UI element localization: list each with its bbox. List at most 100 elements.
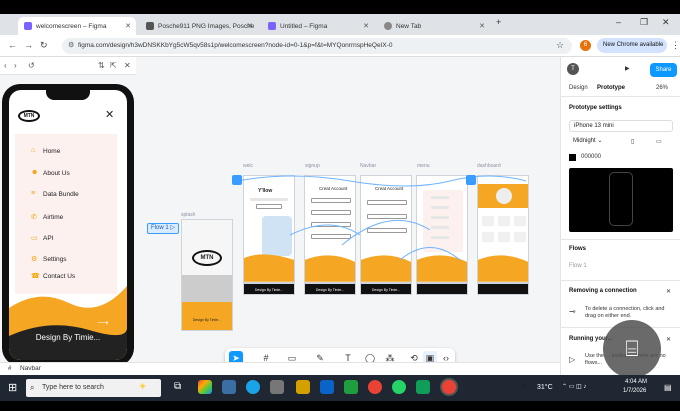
- tab-design[interactable]: Design: [569, 85, 588, 91]
- url-field[interactable]: ⚙ figma.com/design/h3wDNSKKbYg5cW5qv58s1…: [62, 38, 572, 54]
- home-icon: ⌂: [31, 147, 36, 154]
- reload-icon[interactable]: ↻: [40, 40, 48, 51]
- close-window-icon[interactable]: ✕: [662, 17, 670, 28]
- tab-untitled-figma[interactable]: Untitled – Figma ✕: [262, 17, 374, 35]
- menu-item-data-bundle[interactable]: ≡ Data Bundle: [31, 190, 79, 198]
- chevron-right-icon[interactable]: ›: [14, 61, 17, 70]
- windows-start-icon[interactable]: ⊞: [8, 381, 17, 394]
- nav-menu-card: ⌂ Home ☻ About Us ≡ Data Bundle ✆ Airtime ▭ A…: [15, 134, 117, 294]
- screen-top-bezel: [0, 0, 680, 14]
- weather-icon: ☀: [520, 381, 529, 392]
- whatsapp-icon[interactable]: [392, 380, 406, 394]
- figma-canvas[interactable]: ‹ › ↺ ⇅ ⇱ ✕ MTN ✕ ⌂ Home ☻ About Us ≡ Data …: [0, 57, 560, 375]
- play-icon: ▷: [569, 355, 576, 364]
- close-icon[interactable]: ✕: [363, 22, 369, 30]
- zoom-level[interactable]: 26%: [656, 85, 668, 91]
- menu-item-airtime[interactable]: ✆ Airtime: [31, 214, 63, 221]
- flows-heading: Flows: [569, 246, 587, 252]
- folder-icon[interactable]: [296, 380, 310, 394]
- site-info-icon[interactable]: ⚙: [68, 41, 74, 49]
- device-select[interactable]: iPhone 13 mini: [569, 120, 673, 132]
- new-tab-plus-icon[interactable]: +: [496, 17, 501, 27]
- tab-prototype[interactable]: Prototype: [597, 85, 625, 91]
- forward-arrow-icon[interactable]: →: [24, 40, 33, 50]
- footer-credit: Design By Timie...: [35, 333, 101, 342]
- close-icon[interactable]: ✕: [125, 22, 131, 30]
- menu-item-about-us[interactable]: ☻ About Us: [31, 169, 70, 177]
- sheets-icon[interactable]: [416, 380, 430, 394]
- profile-avatar[interactable]: 6: [580, 40, 591, 51]
- restore-icon[interactable]: ❐: [640, 17, 648, 28]
- tab-figma-welcomescreen[interactable]: welcomescreen – Figma ✕: [18, 17, 136, 35]
- url-text: figma.com/design/h3wDNSKKbYg5cW5qv58s1p/…: [78, 42, 393, 49]
- notifications-icon[interactable]: ▤: [664, 383, 672, 392]
- edge-icon[interactable]: [246, 380, 260, 394]
- tab-label: Posche911 PNG Images, Posche: [158, 22, 255, 30]
- chrome-icon: [384, 22, 392, 30]
- settings-sliders-icon[interactable]: ⇅: [98, 61, 105, 70]
- file-explorer-icon[interactable]: [222, 380, 236, 394]
- close-preview-icon[interactable]: ✕: [124, 61, 131, 70]
- image-site-icon: [146, 22, 154, 30]
- temperature[interactable]: 31°C: [537, 384, 553, 391]
- store-icon[interactable]: [270, 380, 284, 394]
- share-button[interactable]: Share: [650, 63, 677, 77]
- close-icon[interactable]: ✕: [666, 288, 671, 295]
- back-arrow-icon[interactable]: ←: [8, 40, 17, 50]
- clock-time[interactable]: 4:04 AM: [625, 379, 647, 385]
- copilot-sparkle-icon[interactable]: ✦: [138, 380, 147, 393]
- avatar[interactable]: T: [567, 63, 579, 75]
- color-swatch[interactable]: [569, 154, 576, 161]
- clock-date[interactable]: 1/7/2026: [623, 388, 646, 394]
- present-icon[interactable]: ▶: [625, 65, 630, 72]
- floating-assistant-icon[interactable]: ⌸: [603, 320, 661, 378]
- tab-label: welcomescreen – Figma: [36, 22, 107, 30]
- landscape-icon[interactable]: ▭: [656, 138, 662, 145]
- excel-icon[interactable]: [344, 380, 358, 394]
- copilot-app-icon[interactable]: [198, 380, 212, 394]
- tab-porsche-images[interactable]: Posche911 PNG Images, Posche ✕: [140, 17, 258, 35]
- new-chrome-available-button[interactable]: New Chrome available: [597, 38, 667, 53]
- prototype-connections: [237, 175, 527, 261]
- api-icon: ▭: [31, 235, 38, 242]
- yellow-footer: [182, 302, 232, 330]
- frame-label-splash: splash: [181, 212, 196, 218]
- more-menu-icon[interactable]: ⋮: [671, 40, 680, 51]
- interaction-node-icon[interactable]: [466, 175, 476, 185]
- close-icon[interactable]: ✕: [247, 22, 253, 30]
- restart-icon[interactable]: ↺: [28, 61, 35, 70]
- flow-starting-point-badge[interactable]: Flow 1 ▷: [147, 223, 179, 234]
- menu-item-api[interactable]: ▭ API: [31, 235, 53, 242]
- menu-item-settings[interactable]: ⚙ Settings: [31, 256, 67, 263]
- device-preview-thumbnail: [569, 168, 673, 232]
- theme-select[interactable]: Midnight ⌄: [569, 136, 619, 148]
- frame-splash[interactable]: MTN Design By Timie...: [181, 219, 233, 331]
- arrow-right-icon[interactable]: ⟶: [97, 318, 108, 327]
- close-icon[interactable]: ✕: [479, 22, 485, 30]
- removing-connection-heading: Removing a connection: [569, 288, 637, 294]
- flow-item[interactable]: Flow 1: [569, 263, 587, 269]
- chevron-left-icon[interactable]: ‹: [4, 61, 7, 70]
- interaction-node-icon[interactable]: [232, 175, 242, 185]
- outlook-icon[interactable]: [320, 380, 334, 394]
- background-color-value[interactable]: 000000: [581, 154, 601, 160]
- close-icon[interactable]: ✕: [666, 336, 671, 343]
- splash-image: [182, 275, 232, 305]
- bookmark-star-icon[interactable]: ☆: [556, 40, 564, 51]
- address-bar-row: ← → ↻ ⚙ figma.com/design/h3wDNSKKbYg5cW5…: [0, 35, 680, 57]
- portrait-icon[interactable]: ▯: [631, 138, 634, 145]
- tab-new-tab[interactable]: New Tab ✕: [378, 17, 490, 35]
- minimize-icon[interactable]: –: [616, 17, 621, 27]
- remove-connection-text: To delete a connection, click and drag o…: [585, 306, 665, 319]
- chrome-icon[interactable]: [368, 380, 382, 394]
- tray-icons[interactable]: ⌃ ▭ ◫ ♪: [562, 383, 586, 390]
- windows-taskbar: ⊞ ⌕ Type here to search ✦ ⧉ ☀ 31°C ⌃ ▭ ◫…: [0, 375, 680, 401]
- layer-name[interactable]: Navbar: [20, 365, 41, 372]
- open-external-icon[interactable]: ⇱: [110, 61, 117, 70]
- prototype-phone-preview[interactable]: MTN ✕ ⌂ Home ☻ About Us ≡ Data Bundle ✆ Airt…: [2, 84, 134, 366]
- close-menu-icon[interactable]: ✕: [105, 108, 114, 121]
- task-view-icon[interactable]: ⧉: [174, 381, 181, 392]
- chrome-active-icon[interactable]: [442, 380, 456, 394]
- connection-icon: ⊸: [569, 307, 576, 316]
- menu-item-home[interactable]: ⌂ Home: [31, 147, 60, 155]
